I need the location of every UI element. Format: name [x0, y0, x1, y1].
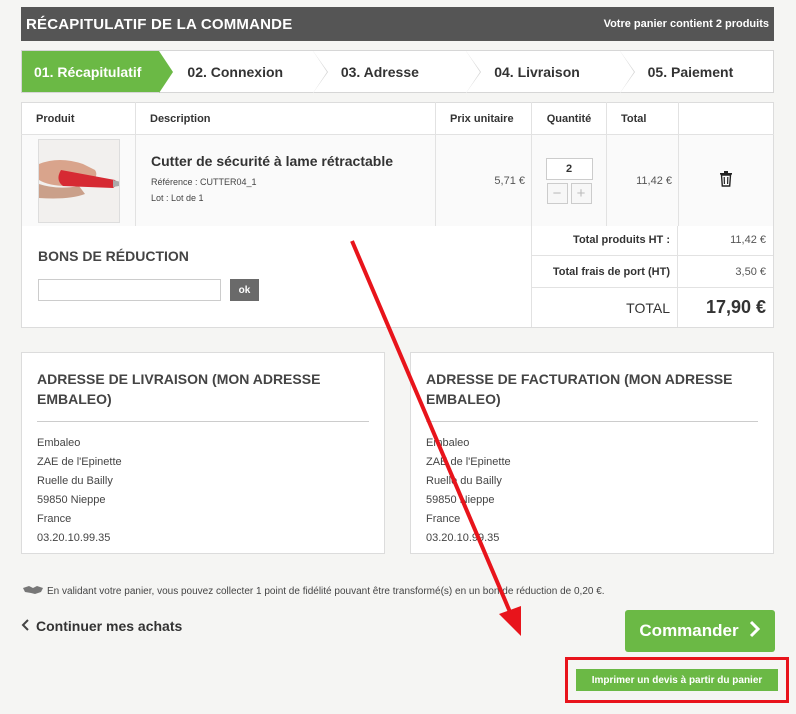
product-reference: Référence : CUTTER04_1	[151, 176, 257, 187]
address-line: 59850 Nieppe	[37, 494, 106, 506]
unit-price-cell: 5,71 €	[435, 134, 532, 227]
step-arrow	[312, 51, 327, 93]
cart-count-text: Votre panier contient 2 produits	[603, 18, 769, 30]
delivery-address-title: ADRESSE DE LIVRAISON (MON ADRESSE EMBALE…	[37, 369, 369, 422]
fidelity-notice: En validant votre panier, vous pouvez co…	[23, 585, 605, 598]
column-header-quantity: Quantité	[531, 102, 607, 135]
line-total-cell: 11,42 €	[606, 134, 679, 227]
checkout-steps: 01. Récapitulatif 02. Connexion 03. Adre…	[21, 50, 774, 93]
column-header-product: Produit	[21, 102, 136, 135]
product-image-cell	[21, 134, 136, 227]
column-header-actions	[678, 102, 774, 135]
voucher-input[interactable]	[38, 279, 221, 301]
address-line: Ruelle du Bailly	[37, 475, 113, 487]
voucher-form: ok	[38, 279, 515, 301]
order-button[interactable]: Commander	[625, 610, 775, 652]
product-image[interactable]	[37, 138, 120, 223]
trash-icon[interactable]	[719, 171, 733, 190]
product-description-cell: Cutter de sécurité à lame rétractable Ré…	[135, 134, 436, 227]
unit-price: 5,71 €	[494, 174, 525, 187]
fidelity-text: En validant votre panier, vous pouvez co…	[47, 586, 605, 597]
quote-highlight-box: Imprimer un devis à partir du panier	[565, 657, 789, 703]
table-row: Cutter de sécurité à lame rétractable Ré…	[21, 134, 774, 227]
step-address[interactable]: 03. Adresse	[313, 51, 482, 93]
product-lot: Lot : Lot de 1	[151, 192, 204, 203]
chevron-right-icon	[749, 620, 761, 643]
continue-shopping-label: Continuer mes achats	[36, 618, 183, 634]
print-quote-button[interactable]: Imprimer un devis à partir du panier	[576, 669, 778, 691]
actions-cell	[678, 134, 774, 227]
step-summary[interactable]: 01. Récapitulatif	[22, 51, 174, 93]
grand-total-value: 17,90 €	[705, 297, 766, 318]
address-line: France	[426, 513, 461, 525]
handshake-icon	[23, 585, 43, 598]
order-button-label: Commander	[639, 621, 739, 640]
column-header-total: Total	[606, 102, 679, 135]
grand-total-label: TOTAL	[532, 288, 678, 327]
voucher-section: BONS DE RÉDUCTION ok	[22, 226, 532, 327]
column-header-description: Description	[135, 102, 436, 135]
total-products-label: Total produits HT :	[532, 226, 678, 255]
address-line: ZAE de l'Epinette	[426, 456, 511, 468]
total-products-value: 11,42 €	[730, 234, 766, 247]
voucher-title: BONS DE RÉDUCTION	[38, 248, 189, 264]
step-label: 04. Livraison	[494, 63, 580, 80]
quantity-stepper: − +	[532, 182, 606, 204]
total-products-row: Total produits HT : 11,42 €	[532, 226, 773, 256]
line-total: 11,42 €	[636, 174, 672, 187]
chevron-left-icon	[21, 618, 30, 634]
voucher-ok-button[interactable]: ok	[230, 279, 259, 301]
step-label: 03. Adresse	[340, 63, 419, 80]
vouchers-and-totals: BONS DE RÉDUCTION ok Total produits HT :…	[21, 226, 774, 328]
step-label: 01. Récapitulatif	[34, 63, 142, 80]
continue-shopping-link[interactable]: Continuer mes achats	[21, 618, 182, 634]
address-line: Embaleo	[426, 437, 470, 449]
quantity-cell: 2 − +	[531, 134, 607, 227]
cart-table: Produit Description Prix unitaire Quanti…	[21, 102, 774, 227]
order-summary-header: RÉCAPITULATIF DE LA COMMANDE Votre panie…	[21, 7, 774, 41]
address-line: 03.20.10.99.35	[426, 532, 500, 544]
billing-address-title: ADRESSE DE FACTURATION (MON ADRESSE EMBA…	[426, 369, 758, 422]
quantity-input[interactable]: 2	[545, 157, 593, 180]
billing-address-box: ADRESSE DE FACTURATION (MON ADRESSE EMBA…	[410, 352, 774, 554]
grand-total-row: TOTAL 17,90 €	[532, 288, 773, 327]
address-line: Ruelle du Bailly	[426, 475, 502, 487]
address-line: 59850 Nieppe	[426, 494, 495, 506]
column-header-unit-price: Prix unitaire	[435, 102, 532, 135]
total-shipping-value: 3,50 €	[735, 265, 766, 278]
address-line: France	[37, 513, 72, 525]
cutter-image	[38, 139, 119, 222]
quantity-decrease-button[interactable]: −	[546, 182, 568, 204]
product-name[interactable]: Cutter de sécurité à lame rétractable	[151, 153, 435, 169]
total-shipping-row: Total frais de port (HT) 3,50 €	[532, 255, 773, 289]
address-line: Embaleo	[37, 437, 81, 449]
step-arrow	[159, 51, 174, 93]
step-arrow	[466, 51, 481, 93]
step-login[interactable]: 02. Connexion	[159, 51, 328, 93]
step-payment[interactable]: 05. Paiement	[620, 51, 773, 92]
total-shipping-label: Total frais de port (HT)	[532, 255, 678, 288]
address-line: ZAE de l'Epinette	[37, 456, 122, 468]
step-arrow	[619, 51, 634, 93]
address-line: 03.20.10.99.35	[37, 532, 111, 544]
step-label: 02. Connexion	[187, 63, 284, 80]
totals-section: Total produits HT : 11,42 € Total frais …	[532, 226, 773, 327]
step-label: 05. Paiement	[647, 63, 734, 80]
delivery-address-box: ADRESSE DE LIVRAISON (MON ADRESSE EMBALE…	[21, 352, 385, 554]
quantity-increase-button[interactable]: +	[570, 182, 592, 204]
step-shipping[interactable]: 04. Livraison	[466, 51, 635, 93]
page-title: RÉCAPITULATIF DE LA COMMANDE	[26, 15, 293, 33]
